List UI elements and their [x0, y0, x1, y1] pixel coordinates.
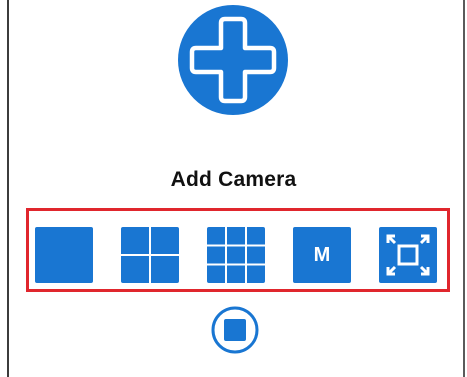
fullscreen-icon [386, 234, 430, 276]
four-split-button[interactable] [121, 227, 179, 283]
add-camera-button[interactable] [178, 5, 288, 115]
single-view-icon [35, 227, 93, 283]
stop-icon [211, 306, 259, 354]
add-camera-label: Add Camera [170, 168, 297, 191]
manual-icon: M [313, 244, 331, 266]
manual-button[interactable]: M [293, 227, 351, 283]
four-split-icon [121, 227, 179, 283]
single-view-button[interactable] [35, 227, 93, 283]
camera-panel: Add Camera M [0, 0, 467, 377]
nine-split-icon [207, 227, 265, 283]
plus-icon [189, 16, 277, 104]
nine-split-button[interactable] [207, 227, 265, 283]
fullscreen-button[interactable] [379, 227, 437, 283]
stop-button[interactable] [210, 305, 260, 355]
